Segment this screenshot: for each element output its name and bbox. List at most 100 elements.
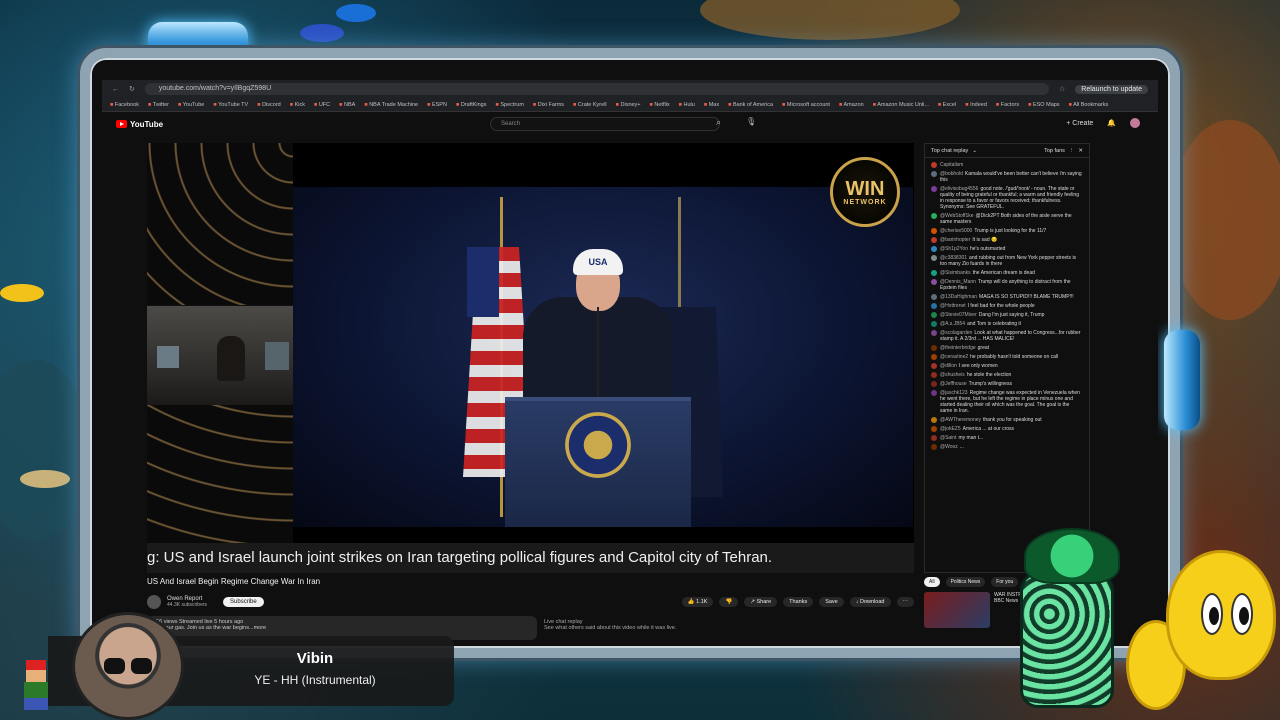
chat-author: @theinterbridge bbox=[940, 345, 976, 351]
search-icon[interactable]: ⌕ bbox=[716, 117, 721, 128]
chat-message: @cherise5000 Trump is just looking for th… bbox=[931, 228, 1083, 234]
bookmark-item[interactable]: Disney+ bbox=[616, 102, 641, 108]
bookmark-item[interactable]: ESPN bbox=[427, 102, 447, 108]
chat-avatar bbox=[931, 237, 937, 243]
chat-message: @jokEZ5 America ... at our cross bbox=[931, 426, 1083, 432]
bookmark-item[interactable]: YouTube TV bbox=[213, 102, 248, 108]
bell-icon[interactable]: 🔔 bbox=[1107, 119, 1116, 127]
video-action-button[interactable]: 👎 bbox=[719, 597, 739, 607]
chat-mode-dropdown[interactable]: Top chat replay bbox=[931, 148, 968, 154]
bookmark-item[interactable]: NBA bbox=[339, 102, 355, 108]
description-text: ...for our gas. Join us as the war begin… bbox=[153, 625, 267, 631]
bookmark-item[interactable]: NBA Trade Machine bbox=[364, 102, 418, 108]
chat-filter[interactable]: Top fans bbox=[1044, 148, 1065, 154]
channel-subs: 44.3K subscribers bbox=[167, 602, 208, 608]
bookmark-item[interactable]: UFC bbox=[314, 102, 330, 108]
bookmark-item[interactable]: Twitter bbox=[148, 102, 169, 108]
bookmark-item[interactable]: Indeed bbox=[965, 102, 987, 108]
bookmark-item[interactable]: Amazon bbox=[839, 102, 864, 108]
video-action-button[interactable]: ⋯ bbox=[896, 597, 914, 607]
youtube-header: YouTube Search ⌕ 🎙 + Create 🔔 bbox=[102, 112, 1158, 136]
mario-sprite bbox=[22, 660, 50, 712]
chat-text: America ... at our cross bbox=[962, 426, 1015, 432]
create-button[interactable]: + Create bbox=[1066, 120, 1093, 127]
chat-message: @barinhopter It is sad 😔 bbox=[931, 237, 1083, 243]
video-action-button[interactable]: ↓ Download bbox=[849, 597, 891, 607]
bookmark-item[interactable]: All Bookmarks bbox=[1069, 102, 1108, 108]
bookmark-item[interactable]: Amazon Music Unli... bbox=[873, 102, 929, 108]
chat-author: @dillon bbox=[940, 363, 957, 369]
chevron-down-icon[interactable]: ⌄ bbox=[972, 148, 977, 154]
more-icon[interactable]: ⋮ bbox=[1069, 148, 1075, 154]
bookmark-item[interactable]: Microsoft account bbox=[782, 102, 830, 108]
bookmark-item[interactable]: Discord bbox=[257, 102, 281, 108]
filter-chip[interactable]: All bbox=[924, 577, 940, 587]
bookmark-item[interactable]: Bank of America bbox=[728, 102, 773, 108]
chat-author: @Wooz bbox=[940, 444, 958, 450]
live-chat-replay: Live chat replay See what others said ab… bbox=[538, 616, 908, 640]
chat-text: and Tom is celebrating it bbox=[967, 321, 1021, 327]
chat-message: @c3838301 and rubbing out from New York p… bbox=[931, 255, 1083, 267]
account-avatar[interactable] bbox=[1130, 118, 1140, 128]
filter-chip[interactable]: Politics News bbox=[945, 577, 986, 587]
bookmark-item[interactable]: DraftKings bbox=[456, 102, 487, 108]
video-player[interactable]: USA WIN NETWORK g: US and Israel launch … bbox=[147, 143, 914, 573]
us-flag-canton bbox=[467, 247, 499, 317]
video-action-button[interactable]: Thanks bbox=[783, 597, 814, 607]
video-action-button[interactable]: Save bbox=[819, 597, 844, 607]
chat-message: @Jeffhouse Trump's willingness bbox=[931, 381, 1083, 387]
reload-icon[interactable]: ↻ bbox=[129, 85, 135, 93]
related-thumbnail[interactable] bbox=[924, 592, 990, 628]
channel-info: Owen Report 44.3K subscribers bbox=[167, 596, 207, 608]
subscribe-button[interactable]: Subscribe bbox=[223, 597, 264, 607]
bookmark-item[interactable]: Max bbox=[704, 102, 719, 108]
bookmark-item[interactable]: Netflix bbox=[650, 102, 669, 108]
reef-coral-right bbox=[1170, 120, 1280, 320]
bookmark-item[interactable]: ESO Maps bbox=[1028, 102, 1060, 108]
chat-message: @WebStoff1ke @Dick2PT Both sides of the a… bbox=[931, 213, 1083, 225]
chat-text: I see only women bbox=[958, 363, 998, 369]
youtube-logo[interactable]: YouTube bbox=[116, 120, 163, 129]
relaunch-button[interactable]: Relaunch to update bbox=[1075, 84, 1148, 94]
bookmark-item[interactable]: Excel bbox=[938, 102, 956, 108]
star-icon[interactable]: ☆ bbox=[1059, 85, 1065, 93]
video-actions: 👍 1.1K 👎 ↗ Share Thanks Save ↓ Download ⋯ bbox=[681, 597, 914, 607]
chat-avatar bbox=[931, 255, 937, 261]
presidential-seal bbox=[565, 412, 631, 478]
bookmark-item[interactable]: Kick bbox=[290, 102, 305, 108]
live-chat-replay-sub: See what others said about this video wh… bbox=[544, 625, 677, 631]
chat-avatar bbox=[931, 186, 937, 192]
chat-avatar bbox=[931, 162, 937, 168]
chat-author: @AWTheremoney bbox=[940, 417, 982, 423]
bookmark-item[interactable]: Hulu bbox=[679, 102, 695, 108]
bookmark-item[interactable]: Factors bbox=[996, 102, 1019, 108]
bookmark-item[interactable]: Facebook bbox=[110, 102, 139, 108]
frame-side-light bbox=[1164, 330, 1200, 430]
video-action-button[interactable]: 👍 1.1K bbox=[681, 597, 714, 607]
filter-chip[interactable]: For you bbox=[991, 577, 1019, 587]
address-bar[interactable]: youtube.com/watch?v=yIlBgqZ598U bbox=[144, 83, 1049, 95]
youtube-play-icon bbox=[116, 120, 127, 128]
bookmark-item[interactable]: YouTube bbox=[178, 102, 205, 108]
close-icon[interactable]: ✕ bbox=[1078, 148, 1083, 154]
chat-message: @theinterbridge great bbox=[931, 345, 1083, 351]
chat-avatar bbox=[931, 372, 937, 378]
chat-author: @A.s.JB54 bbox=[940, 321, 966, 327]
chat-avatar bbox=[931, 312, 937, 318]
chat-message: @Stevie07Mixer Dang I'm just saying it, T… bbox=[931, 312, 1083, 318]
song-title: Vibin bbox=[296, 650, 334, 667]
chat-avatar bbox=[931, 390, 937, 396]
chat-message: @elivisobug4556 good note. /'gud/'noot/ -… bbox=[931, 186, 1083, 210]
mic-icon[interactable]: 🎙 bbox=[746, 117, 756, 126]
bookmark-item[interactable]: Dixi Farms bbox=[533, 102, 564, 108]
webcam-monitor-left bbox=[157, 346, 179, 368]
chat-text: great bbox=[977, 345, 990, 351]
bookmark-item[interactable]: Spectrum bbox=[496, 102, 524, 108]
chat-message: @dillon I see only women bbox=[931, 363, 1083, 369]
channel-avatar[interactable] bbox=[147, 595, 161, 609]
video-action-button[interactable]: ↗ Share bbox=[744, 597, 778, 607]
back-icon[interactable]: ← bbox=[112, 86, 119, 93]
streamer bbox=[217, 336, 245, 381]
bookmark-item[interactable]: Crate Kyrell bbox=[573, 102, 607, 108]
search-input[interactable]: Search bbox=[490, 117, 720, 131]
